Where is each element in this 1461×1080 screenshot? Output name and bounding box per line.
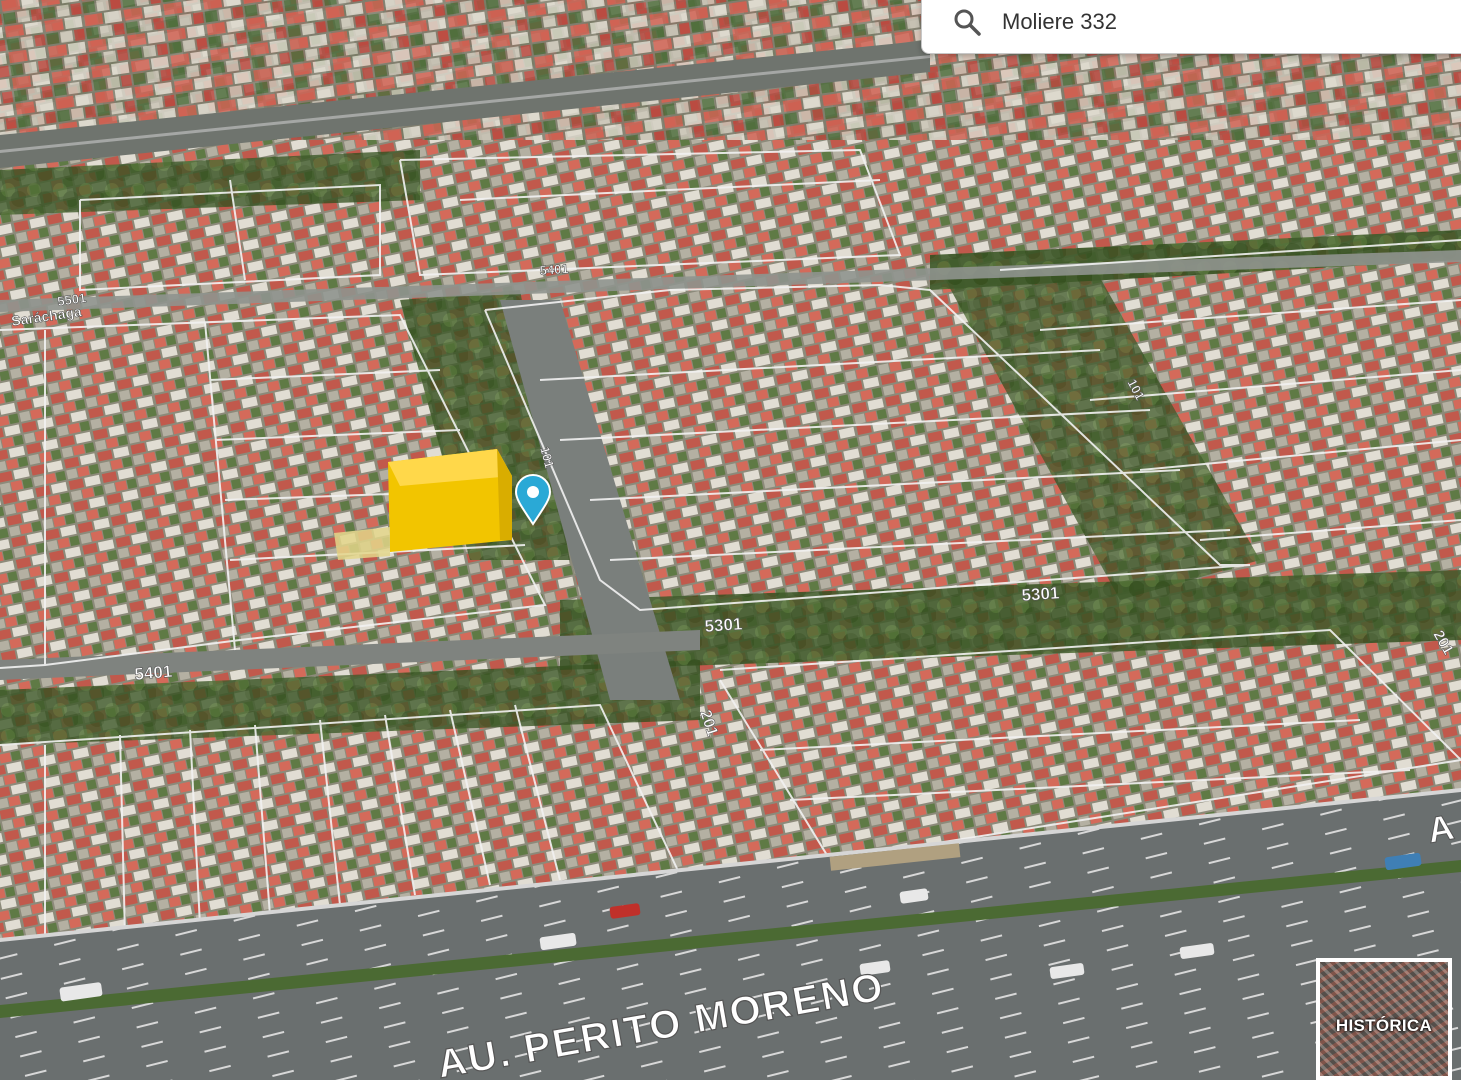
search-icon[interactable] <box>952 7 982 37</box>
street-label-5301-b: 5301 <box>1021 583 1060 605</box>
aerial-map[interactable]: Saráchaga 5501 5401 5401 5301 5301 101 2… <box>0 0 1461 1080</box>
street-label-5301-a: 5301 <box>704 614 743 636</box>
street-label-5401-upper: 5401 <box>539 261 569 278</box>
search-input[interactable] <box>1002 5 1442 39</box>
historic-button-label: HISTÓRICA <box>1335 1016 1433 1035</box>
search-bar[interactable] <box>921 0 1461 54</box>
historic-imagery-button[interactable]: HISTÓRICA <box>1316 958 1452 1080</box>
street-label-5401: 5401 <box>134 662 173 684</box>
